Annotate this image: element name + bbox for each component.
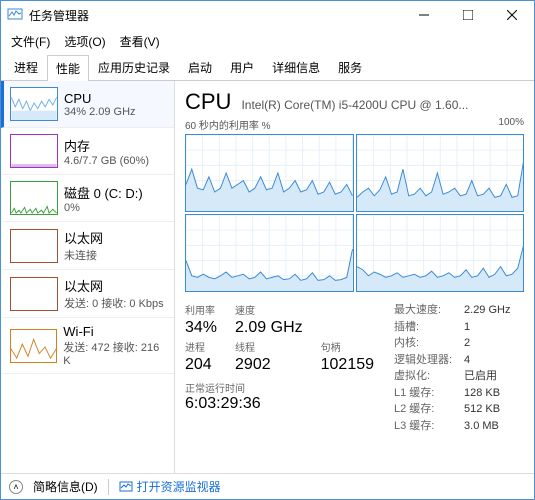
value-l3-cache: 3.0 MB <box>464 418 499 435</box>
sidebar-mem-title: 内存 <box>64 136 149 155</box>
label-l1-cache: L1 缓存: <box>394 385 456 402</box>
sidebar-item-disk[interactable]: 磁盘 0 (C: D:)0% <box>1 175 174 222</box>
value-sockets: 1 <box>464 319 470 336</box>
sidebar-eth2-sub: 发送: 0 接收: 0 Kbps <box>64 295 164 311</box>
sidebar-item-ethernet-2[interactable]: 以太网发送: 0 接收: 0 Kbps <box>1 270 174 318</box>
chevron-up-icon[interactable]: ˄ <box>9 480 23 494</box>
tab-performance[interactable]: 性能 <box>47 55 89 81</box>
value-speed: 2.09 GHz <box>235 319 303 337</box>
label-utilization: 利用率 <box>185 302 217 317</box>
cpu-core-charts <box>185 134 524 292</box>
label-cores: 内核: <box>394 335 456 352</box>
value-handles: 102159 <box>321 356 374 374</box>
divider <box>108 479 109 495</box>
sidebar-eth1-title: 以太网 <box>64 228 103 247</box>
chart-axis-right: 100% <box>498 117 524 132</box>
sidebar-cpu-title: CPU <box>64 91 136 106</box>
memory-thumb-icon <box>10 134 58 168</box>
label-uptime: 正常运行时间 <box>185 380 374 395</box>
value-utilization: 34% <box>185 319 217 337</box>
close-button[interactable] <box>490 1 534 29</box>
window-title: 任务管理器 <box>29 7 89 24</box>
eth2-thumb-icon <box>10 277 58 311</box>
menu-file[interactable]: 文件(F) <box>5 31 56 52</box>
tab-users[interactable]: 用户 <box>221 54 263 80</box>
sidebar-item-ethernet-1[interactable]: 以太网未连接 <box>1 222 174 270</box>
sidebar-mem-sub: 4.6/7.7 GB (60%) <box>64 155 149 167</box>
label-handles: 句柄 <box>321 339 374 354</box>
label-threads: 线程 <box>235 339 303 354</box>
tab-details[interactable]: 详细信息 <box>263 54 329 80</box>
wifi-thumb-icon <box>10 329 57 363</box>
label-speed: 速度 <box>235 302 303 317</box>
chart-axis-left: 60 秒内的利用率 % <box>185 117 271 132</box>
page-title: CPU <box>185 89 231 115</box>
eth1-thumb-icon <box>10 229 58 263</box>
resmon-icon <box>119 480 133 494</box>
value-logical-processors: 4 <box>464 352 470 369</box>
label-l2-cache: L2 缓存: <box>394 401 456 418</box>
sidebar-wifi-title: Wi-Fi <box>63 324 168 339</box>
sidebar-wifi-sub: 发送: 472 接收: 216 K <box>63 339 168 367</box>
value-virtualization: 已启用 <box>464 368 497 385</box>
sidebar-disk-title: 磁盘 0 (C: D:) <box>64 183 143 202</box>
cpu-chart-0[interactable] <box>185 134 354 212</box>
value-maxspeed: 2.29 GHz <box>464 302 510 319</box>
cpu-chart-3[interactable] <box>356 214 525 292</box>
value-cores: 2 <box>464 335 470 352</box>
menu-options[interactable]: 选项(O) <box>58 31 111 52</box>
sidebar-item-cpu[interactable]: CPU34% 2.09 GHz <box>1 81 174 128</box>
value-uptime: 6:03:29:36 <box>185 395 374 413</box>
value-l2-cache: 512 KB <box>464 401 500 418</box>
tab-startup[interactable]: 启动 <box>179 54 221 80</box>
fewer-details-link[interactable]: 简略信息(D) <box>33 478 98 495</box>
tab-apphistory[interactable]: 应用历史记录 <box>89 54 179 80</box>
label-maxspeed: 最大速度: <box>394 302 456 319</box>
label-l3-cache: L3 缓存: <box>394 418 456 435</box>
disk-thumb-icon <box>10 181 58 215</box>
cpu-chart-2[interactable] <box>185 214 354 292</box>
sidebar-disk-sub: 0% <box>64 202 143 214</box>
label-processes: 进程 <box>185 339 217 354</box>
minimize-button[interactable] <box>402 1 446 29</box>
cpu-thumb-icon <box>10 87 58 121</box>
label-virtualization: 虚拟化: <box>394 368 456 385</box>
tab-services[interactable]: 服务 <box>329 54 371 80</box>
label-logical-processors: 逻辑处理器: <box>394 352 456 369</box>
label-sockets: 插槽: <box>394 319 456 336</box>
value-processes: 204 <box>185 356 217 374</box>
sidebar-item-memory[interactable]: 内存4.6/7.7 GB (60%) <box>1 128 174 175</box>
sidebar-item-wifi[interactable]: Wi-Fi发送: 472 接收: 216 K <box>1 318 174 374</box>
cpu-chart-1[interactable] <box>356 134 525 212</box>
cpu-model: Intel(R) Core(TM) i5-4200U CPU @ 1.60... <box>241 98 524 112</box>
sidebar-eth2-title: 以太网 <box>64 276 164 295</box>
sidebar-eth1-sub: 未连接 <box>64 247 103 263</box>
open-resource-monitor-link[interactable]: 打开资源监视器 <box>119 478 221 495</box>
sidebar-cpu-sub: 34% 2.09 GHz <box>64 106 136 118</box>
maximize-button[interactable] <box>446 1 490 29</box>
sidebar: CPU34% 2.09 GHz 内存4.6/7.7 GB (60%) 磁盘 0 … <box>1 81 175 473</box>
value-l1-cache: 128 KB <box>464 385 500 402</box>
tab-processes[interactable]: 进程 <box>5 54 47 80</box>
menu-view[interactable]: 查看(V) <box>114 31 166 52</box>
taskmgr-icon <box>7 6 23 25</box>
value-threads: 2902 <box>235 356 303 374</box>
